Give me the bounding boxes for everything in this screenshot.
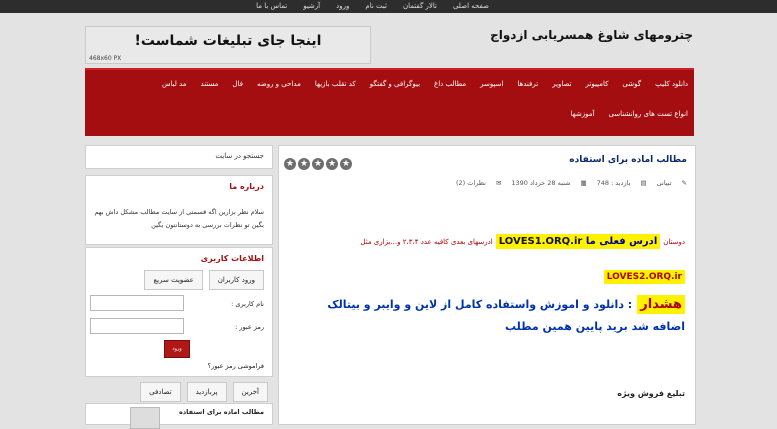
top-links: صفحه اصلی تالار گفتمان ثبت نام ورود آرشی…: [256, 0, 489, 13]
search-input[interactable]: جستجو در سایت: [215, 152, 264, 160]
warning-word: هشدار: [637, 295, 685, 314]
about-text: سلام نظر بزارین اگه قسمتی از سایت مطالب …: [94, 208, 264, 229]
login-box: اطلاعات کاربری ورود کاربران عضویت سریع ن…: [85, 247, 273, 377]
address-prefix: دوستان: [663, 237, 685, 246]
username-field[interactable]: [90, 295, 184, 311]
top-link-forum[interactable]: تالار گفتمان: [403, 0, 437, 13]
star-icon[interactable]: ★: [340, 158, 352, 170]
nav-item-images[interactable]: تصاویر: [552, 80, 571, 88]
star-icon[interactable]: ★: [312, 158, 324, 170]
nav-item-bio[interactable]: بیوگرافی و گفتگو: [370, 80, 420, 88]
nav-item-mobile[interactable]: گوشی: [622, 80, 641, 88]
image-icon: [130, 407, 160, 429]
top-link-contact[interactable]: تماس با ما: [256, 0, 287, 13]
post-meta: ✎ تبیانی ▤ بازدید : 748 ▦ شنبه 28 خرداد …: [456, 179, 687, 187]
sidebar-search[interactable]: جستجو در سایت: [85, 145, 273, 169]
star-icon[interactable]: ★: [326, 158, 338, 170]
post-comments[interactable]: نظرات (2): [456, 179, 486, 187]
rating-stars[interactable]: ★ ★ ★ ★ ★: [284, 158, 352, 170]
posts-tabs: آخرین پربازدید تصادفی: [140, 382, 268, 402]
login-button[interactable]: ورود: [164, 340, 190, 358]
address-suffix: ادرسهای بعدی کافیه عدد ۲،۳،۴ و...بزاری م…: [360, 237, 493, 246]
password-field[interactable]: [90, 318, 184, 334]
top-link-archive[interactable]: آرشیو: [303, 0, 320, 13]
main-nav-row-1: دانلود کلیپ گوشی کامپیوتر تصاویر ترفندها…: [162, 80, 688, 88]
ad-banner-text: اینجا جای تبلیغات شماست!: [134, 33, 322, 49]
calendar-icon: ▦: [580, 179, 587, 187]
ad-banner[interactable]: اینجا جای تبلیغات شماست! 468x60 PX: [85, 26, 371, 64]
address-label: ادرس فعلی ما: [585, 236, 658, 247]
chart-icon: ▤: [640, 179, 647, 187]
forgot-password-link[interactable]: فراموشی رمز عبور؟: [208, 362, 264, 370]
login-title: اطلاعات کاربری: [200, 254, 264, 263]
top-link-login[interactable]: ورود: [336, 0, 349, 13]
nav-item-sponsor[interactable]: اسپوسر: [480, 80, 503, 88]
nav-item-tutorials[interactable]: آموزشها: [571, 110, 595, 118]
nav-item-clips[interactable]: دانلود کلیپ: [655, 80, 688, 88]
tab-register[interactable]: عضویت سریع: [144, 270, 203, 290]
tab-popular[interactable]: پربازدید: [186, 382, 227, 402]
recent-post-title[interactable]: مطالب اماده برای استفاده: [179, 408, 264, 416]
post-views: بازدید : 748: [596, 179, 631, 187]
top-link-home[interactable]: صفحه اصلی: [453, 0, 489, 13]
nav-item-madahi[interactable]: مداحی و روضه: [257, 80, 301, 88]
post-title[interactable]: مطالب اماده برای استفاده: [569, 155, 687, 165]
top-link-register[interactable]: ثبت نام: [365, 0, 387, 13]
nav-item-computer[interactable]: کامپیوتر: [586, 80, 609, 88]
address-line: دوستان ادرس فعلی ما LOVES1.ORQ.ir ادرسها…: [360, 234, 685, 249]
tab-random[interactable]: تصادفی: [140, 382, 181, 402]
tab-login[interactable]: ورود کاربران: [208, 270, 264, 290]
address-url[interactable]: LOVES1.ORQ.ir: [499, 236, 583, 247]
post-author: تبیانی: [656, 179, 672, 187]
pencil-icon: ✎: [681, 179, 687, 187]
top-bar: صفحه اصلی تالار گفتمان ثبت نام ورود آرشی…: [0, 0, 777, 13]
password-label: رمز عبور :: [235, 323, 264, 331]
site-title[interactable]: چترومهای شاوغ همسریابی ازدواج: [490, 28, 693, 42]
comments-icon: ✉: [495, 179, 502, 187]
nav-item-fashion[interactable]: مد لباس: [162, 80, 187, 88]
nav-item-tricks[interactable]: ترفندها: [517, 80, 538, 88]
nav-item-psych-tests[interactable]: انواع تست های روانشناسی: [608, 110, 688, 118]
nav-item-cheats[interactable]: کد تقلب بازیها: [315, 80, 356, 88]
second-address: LOVES2.ORQ.ir: [603, 264, 685, 284]
recent-post-item[interactable]: مطالب اماده برای استفاده: [85, 403, 273, 429]
second-address-url[interactable]: LOVES2.ORQ.ir: [603, 270, 685, 284]
about-title: درباره ما: [229, 182, 264, 191]
address-highlight: ادرس فعلی ما LOVES1.ORQ.ir: [495, 234, 661, 249]
nav-item-documentary[interactable]: مستند: [201, 80, 219, 88]
star-icon[interactable]: ★: [284, 158, 296, 170]
star-icon[interactable]: ★: [298, 158, 310, 170]
post-date: شنبه 28 خرداد 1390: [511, 179, 571, 187]
nav-item-fal[interactable]: فال: [232, 80, 243, 88]
username-label: نام کاربری :: [231, 300, 264, 308]
warning-text: : دانلود و اموزش واستفاده کامل از لاین و…: [327, 298, 685, 333]
main-nav: دانلود کلیپ گوشی کامپیوتر تصاویر ترفندها…: [85, 68, 694, 136]
special-ad[interactable]: تبلیغ فروش ویژه: [617, 389, 685, 398]
main-nav-row-2: انواع تست های روانشناسی آموزشها: [571, 110, 688, 118]
about-box: درباره ما سلام نظر بزارین اگه قسمتی از س…: [85, 175, 273, 245]
nav-item-hot[interactable]: مطالب داغ: [434, 80, 466, 88]
post-card: مطالب اماده برای استفاده ★ ★ ★ ★ ★ ✎ تبی…: [278, 145, 696, 425]
tab-latest[interactable]: آخرین: [232, 382, 268, 402]
warning-block: هشدار : دانلود و اموزش واستفاده کامل از …: [295, 293, 685, 337]
ad-banner-size: 468x60 PX: [89, 55, 122, 62]
login-tabs: ورود کاربران عضویت سریع: [144, 270, 264, 290]
